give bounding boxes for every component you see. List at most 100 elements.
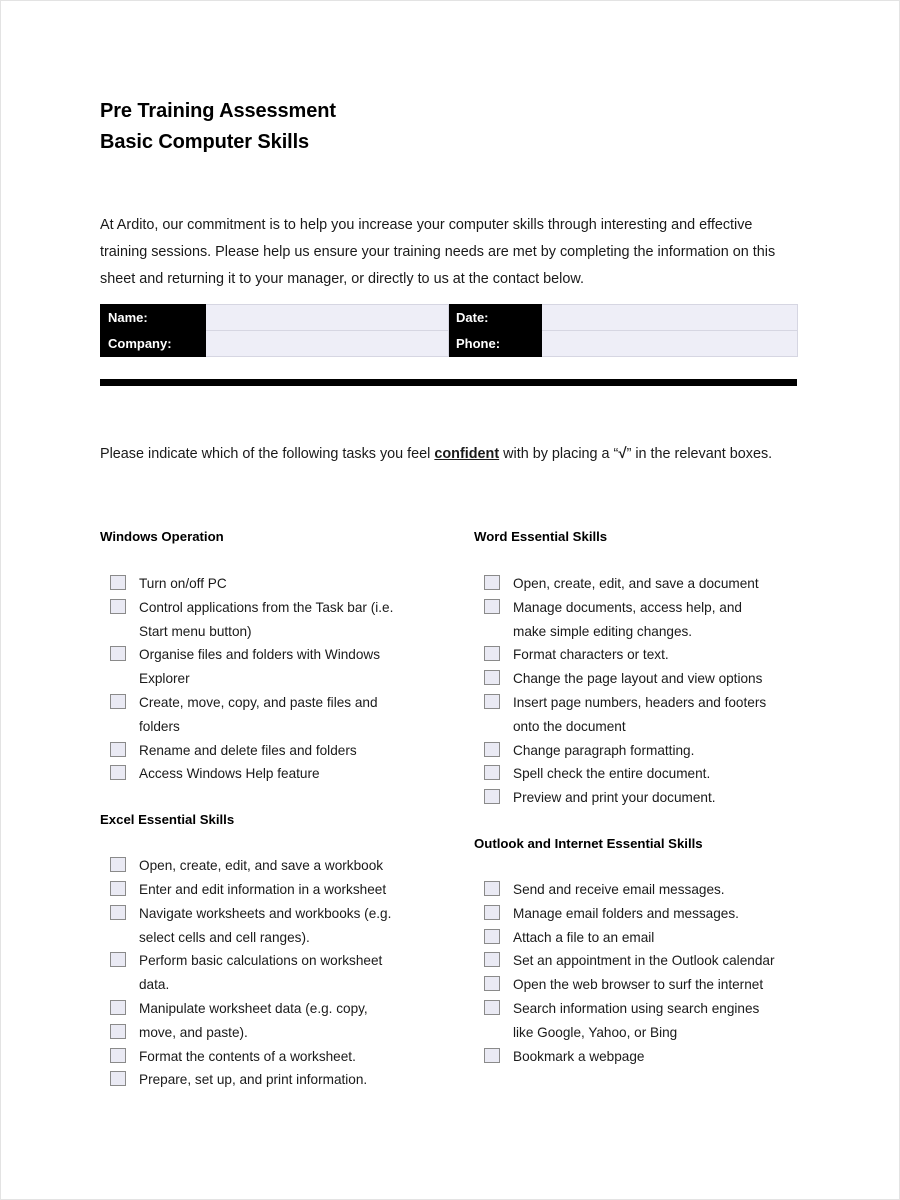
checklist: Open, create, edit, and save a document M… <box>474 572 804 810</box>
list-item[interactable]: Change the page layout and view options <box>474 667 804 691</box>
checkbox-icon[interactable] <box>484 952 500 968</box>
date-input[interactable] <box>541 304 798 331</box>
checkbox-icon[interactable] <box>484 976 500 992</box>
list-item-label: Set an appointment in the Outlook calend… <box>513 953 775 969</box>
list-item[interactable]: Search information using search engines <box>474 997 804 1021</box>
list-item[interactable]: Create, move, copy, and paste files and <box>100 691 430 715</box>
list-item[interactable]: Set an appointment in the Outlook calend… <box>474 949 804 973</box>
respondent-info-table: Name: Date: Company: Phone: <box>100 304 798 357</box>
phone-input[interactable] <box>541 330 798 357</box>
checkbox-icon[interactable] <box>110 765 126 781</box>
checkbox-icon[interactable] <box>110 857 126 873</box>
section-word-essential-skills: Word Essential Skills Open, create, edit… <box>474 528 804 810</box>
list-item[interactable]: Control applications from the Task bar (… <box>100 596 430 620</box>
section-title: Excel Essential Skills <box>100 812 235 828</box>
checkbox-icon[interactable] <box>110 1047 126 1063</box>
table-row: Company: Phone: <box>100 330 798 357</box>
company-input[interactable] <box>205 330 449 357</box>
section-divider <box>100 379 797 386</box>
checkbox-icon[interactable] <box>484 598 500 614</box>
list-item-label: Insert page numbers, headers and footers <box>513 694 767 710</box>
list-item-label: Search information using search engines <box>513 1000 760 1016</box>
checkbox-icon[interactable] <box>484 765 500 781</box>
checkbox-icon[interactable] <box>484 904 500 920</box>
list-item[interactable]: Preview and print your document. <box>474 786 804 810</box>
list-item[interactable]: Spell check the entire document. <box>474 762 804 786</box>
instruction-emphasis: confident <box>434 446 500 463</box>
list-item[interactable]: Perform basic calculations on worksheet <box>100 949 430 973</box>
name-label: Name: <box>100 304 206 331</box>
list-item-label: Open, create, edit, and save a document <box>513 576 759 591</box>
checkbox-icon[interactable] <box>484 741 500 757</box>
list-item[interactable]: Manage email folders and messages. <box>474 902 804 926</box>
list-item[interactable]: Format characters or text. <box>474 643 804 667</box>
checkbox-icon[interactable] <box>484 789 500 805</box>
section-title: Word Essential Skills <box>474 529 608 544</box>
list-item-label: Manage documents, access help, and <box>513 599 742 615</box>
checkbox-icon[interactable] <box>484 693 500 709</box>
list-item[interactable]: Format the contents of a worksheet. <box>100 1045 430 1069</box>
checkbox-icon[interactable] <box>484 928 500 944</box>
checkbox-icon[interactable] <box>484 999 500 1015</box>
checkbox-icon[interactable] <box>484 670 500 686</box>
checkmark-icon: √ <box>618 445 627 463</box>
list-item[interactable]: Rename and delete files and folders <box>100 739 430 763</box>
left-column: Windows Operation Turn on/off PC Control … <box>100 528 430 1092</box>
list-item[interactable]: Prepare, set up, and print information. <box>100 1068 430 1092</box>
checkbox-icon[interactable] <box>484 880 500 896</box>
list-item-label: Change paragraph formatting. <box>513 742 695 758</box>
title-line-2: Basic Computer Skills <box>100 131 310 153</box>
checkbox-icon[interactable] <box>110 1023 126 1039</box>
right-column: Word Essential Skills Open, create, edit… <box>474 528 804 1068</box>
list-item[interactable]: Insert page numbers, headers and footers <box>474 691 804 715</box>
checkbox-icon[interactable] <box>110 1071 126 1087</box>
list-item-label: Organise files and folders with Windows <box>139 647 381 663</box>
list-item-label: Open, create, edit, and save a workbook <box>139 858 384 874</box>
instruction-text: Please indicate which of the following t… <box>100 440 797 468</box>
checkbox-icon[interactable] <box>484 646 500 662</box>
list-item[interactable]: Bookmark a webpage <box>474 1045 804 1069</box>
checkbox-icon[interactable] <box>484 1047 500 1063</box>
list-item-label: Preview and print your document. <box>513 790 716 806</box>
list-item[interactable]: Send and receive email messages. <box>474 878 804 902</box>
checkbox-icon[interactable] <box>110 904 126 920</box>
checkbox-icon[interactable] <box>110 952 126 968</box>
list-item[interactable]: Open, create, edit, and save a workbook <box>100 854 430 878</box>
list-item-label: Manipulate worksheet data (e.g. copy, <box>139 1000 368 1016</box>
list-item[interactable]: Open the web browser to surf the interne… <box>474 973 804 997</box>
list-item-continuation: data. <box>139 977 170 993</box>
list-item[interactable]: Change paragraph formatting. <box>474 739 804 763</box>
checkbox-icon[interactable] <box>110 693 126 709</box>
list-item-label: Create, move, copy, and paste files and <box>139 694 378 710</box>
list-item-label: Perform basic calculations on worksheet <box>139 953 383 969</box>
checkbox-icon[interactable] <box>110 880 126 896</box>
list-item[interactable]: Attach a file to an email <box>474 926 804 950</box>
list-item-label: Navigate worksheets and workbooks (e.g. <box>139 905 392 921</box>
list-item-continuation: folders <box>139 718 180 734</box>
list-item[interactable]: Access Windows Help feature <box>100 762 430 786</box>
list-item[interactable]: Enter and edit information in a workshee… <box>100 878 430 902</box>
checkbox-icon[interactable] <box>484 575 500 590</box>
list-item[interactable]: Open, create, edit, and save a document <box>474 572 804 596</box>
list-item-label: Change the page layout and view options <box>513 671 763 687</box>
list-item-label: Spell check the entire document. <box>513 766 711 782</box>
list-item[interactable]: Navigate worksheets and workbooks (e.g. <box>100 902 430 926</box>
list-item-label: Turn on/off PC <box>139 576 227 591</box>
section-windows-operation: Windows Operation Turn on/off PC Control … <box>100 528 430 786</box>
list-item[interactable]: move, and paste). <box>100 1021 430 1045</box>
list-item[interactable]: Organise files and folders with Windows <box>100 643 430 667</box>
name-input[interactable] <box>205 304 449 331</box>
checkbox-icon[interactable] <box>110 598 126 614</box>
checkbox-icon[interactable] <box>110 999 126 1015</box>
checkbox-icon[interactable] <box>110 646 126 662</box>
list-item[interactable]: Manipulate worksheet data (e.g. copy, <box>100 997 430 1021</box>
list-item-label: Send and receive email messages. <box>513 881 725 897</box>
checkbox-icon[interactable] <box>110 741 126 757</box>
list-item[interactable]: Manage documents, access help, and <box>474 596 804 620</box>
checkbox-icon[interactable] <box>110 575 126 590</box>
phone-label: Phone: <box>448 330 542 357</box>
list-item-continuation: like Google, Yahoo, or Bing <box>513 1024 678 1040</box>
list-item-label: Prepare, set up, and print information. <box>139 1072 368 1088</box>
list-item-label: Enter and edit information in a workshee… <box>139 881 387 897</box>
list-item[interactable]: Turn on/off PC <box>100 572 430 596</box>
